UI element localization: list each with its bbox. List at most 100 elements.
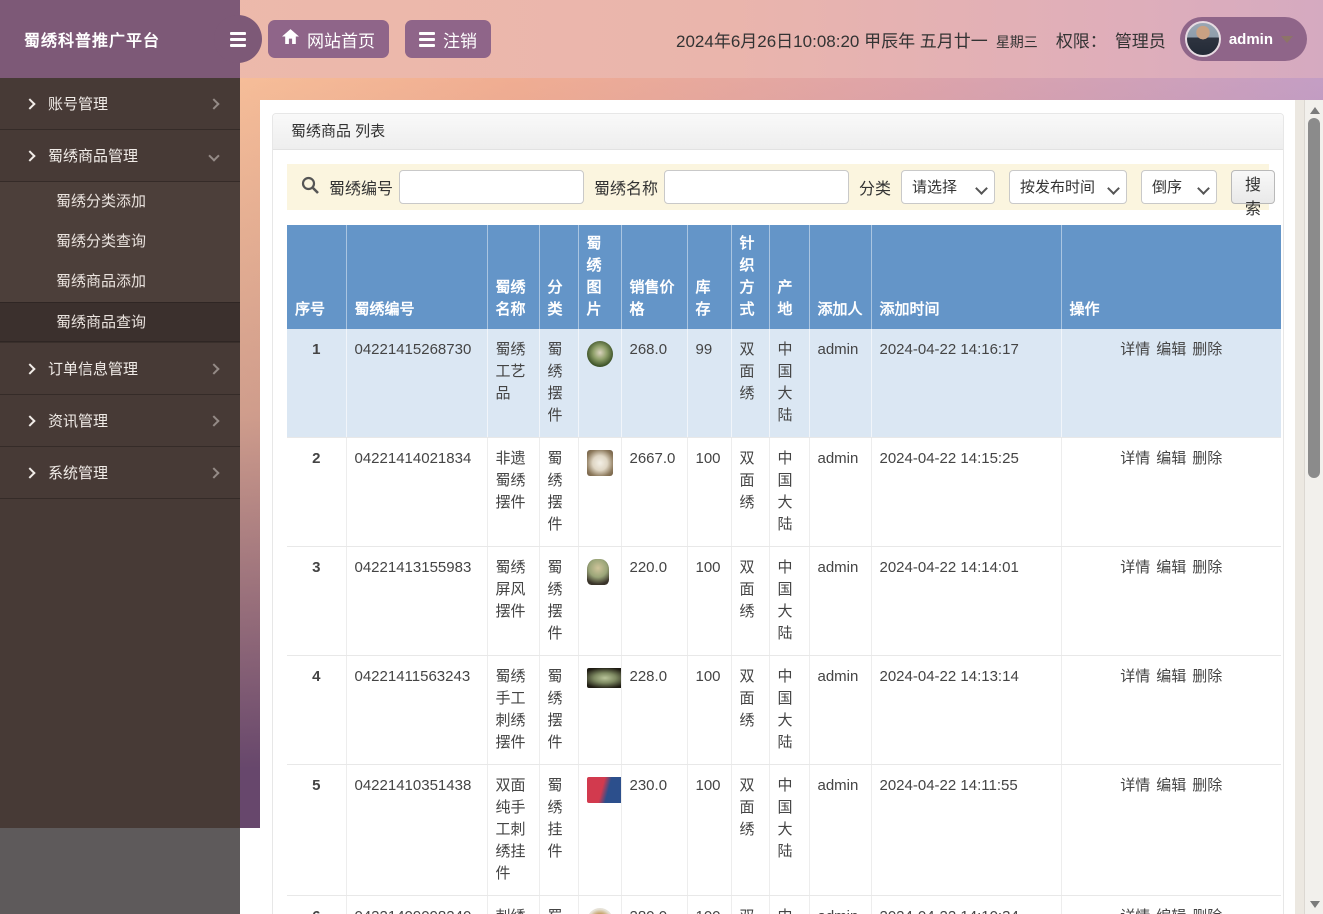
sidebar-toggle-button[interactable] (214, 15, 262, 63)
edit-link[interactable]: 编辑 (1156, 908, 1186, 914)
product-thumbnail[interactable] (586, 450, 613, 476)
table-cell: 100 (687, 437, 732, 547)
table-cell: 04221414021834 (346, 437, 488, 547)
table-cell: 2024-04-22 14:10:34 (871, 895, 1062, 914)
chevron-right-icon (208, 414, 220, 427)
table-cell: 2 (287, 437, 347, 547)
table-cell: 100 (687, 546, 732, 656)
delete-link[interactable]: 删除 (1192, 559, 1222, 576)
table-cell: 2024-04-22 14:13:14 (871, 655, 1062, 765)
sidebar-header: 蜀绣科普推广平台 (0, 0, 262, 78)
table-cell: 228.0 (621, 655, 688, 765)
sidebar-item[interactable]: 账号管理 (0, 78, 240, 130)
filter-bar: 蜀绣编号 蜀绣名称 分类 请选择 按发布时间 倒序 搜索 (287, 164, 1276, 218)
edit-link[interactable]: 编辑 (1156, 668, 1186, 685)
sort-order-select[interactable]: 倒序 (1141, 170, 1218, 204)
sidebar-subitem[interactable]: 蜀绣分类添加 (0, 182, 240, 222)
weekday-text: 星期三 (995, 33, 1038, 50)
table-cell: 详情编辑删除 (1061, 655, 1281, 765)
sidebar-item-label: 蜀绣商品管理 (48, 148, 139, 165)
table-cell: admin (809, 895, 872, 914)
product-thumbnail[interactable] (586, 777, 623, 803)
delete-link[interactable]: 删除 (1192, 341, 1222, 358)
sidebar-item[interactable]: 蜀绣商品管理 (0, 130, 240, 182)
sort-field-select[interactable]: 按发布时间 (1009, 170, 1128, 204)
code-filter-input[interactable] (399, 170, 585, 204)
sidebar: 蜀绣科普推广平台 账号管理蜀绣商品管理蜀绣分类添加 蜀绣分类查询 蜀绣商品添加 蜀绣商… (0, 0, 262, 914)
detail-link[interactable]: 详情 (1120, 450, 1150, 467)
table-cell (578, 329, 622, 438)
sidebar-subitem[interactable]: 蜀绣商品查询 (0, 302, 240, 342)
column-header: 蜀绣编号 (346, 225, 488, 329)
table-cell: 中国大陆 (769, 329, 810, 438)
edit-link[interactable]: 编辑 (1156, 450, 1186, 467)
table-cell: 中国大陆 (769, 895, 810, 914)
detail-link[interactable]: 详情 (1120, 559, 1150, 576)
table-cell: 蜀绣摆件 (539, 546, 579, 656)
table-cell: 双面绣 (731, 655, 770, 765)
column-header: 蜀绣名称 (487, 225, 540, 329)
product-thumbnail[interactable] (586, 559, 609, 585)
user-menu[interactable]: admin (1179, 17, 1307, 61)
table-cell: 4 (287, 655, 347, 765)
name-filter-input[interactable] (664, 170, 850, 204)
column-header: 针织方式 (731, 225, 770, 329)
column-header: 添加人 (809, 225, 872, 329)
delete-link[interactable]: 删除 (1192, 777, 1222, 794)
logout-button[interactable]: 注销 (405, 20, 491, 58)
sidebar-subitem[interactable]: 蜀绣分类查询 (0, 222, 240, 262)
table-cell: 268.0 (621, 329, 688, 438)
detail-link[interactable]: 详情 (1120, 908, 1150, 914)
chevron-down-icon (208, 149, 220, 162)
scroll-down-button[interactable] (1305, 896, 1323, 912)
table-cell: 中国大陆 (769, 437, 810, 547)
table-cell: admin (809, 437, 872, 547)
table-cell: 04221413155983 (346, 546, 488, 656)
product-thumbnail[interactable] (586, 341, 613, 367)
edit-link[interactable]: 编辑 (1156, 777, 1186, 794)
products-table: 序号 蜀绣编号 蜀绣名称 分类 蜀绣图片 销售价格 库存 针织方式 产地 添加人 添加时间 操作 10… (287, 225, 1281, 914)
detail-link[interactable]: 详情 (1120, 668, 1150, 685)
column-header: 蜀绣图片 (578, 225, 622, 329)
table-cell: 6 (287, 895, 347, 914)
detail-link[interactable]: 详情 (1120, 341, 1150, 358)
home-button[interactable]: 网站首页 (268, 20, 389, 58)
sidebar-menu: 账号管理蜀绣商品管理蜀绣分类添加 蜀绣分类查询 蜀绣商品添加 蜀绣商品查询 订单信息管理… (0, 78, 240, 828)
table-cell: 双面绣 (731, 546, 770, 656)
sidebar-subitem[interactable]: 蜀绣商品添加 (0, 262, 240, 302)
delete-link[interactable]: 删除 (1192, 450, 1222, 467)
sidebar-item[interactable]: 订单信息管理 (0, 343, 240, 395)
sidebar-item[interactable]: 资讯管理 (0, 395, 240, 447)
scroll-up-button[interactable] (1305, 102, 1323, 118)
table-cell: 详情编辑删除 (1061, 895, 1281, 914)
table-cell: 1 (287, 329, 347, 438)
table-cell: 230.0 (621, 764, 688, 896)
table-cell: 04221415268730 (346, 329, 488, 438)
delete-link[interactable]: 删除 (1192, 908, 1222, 914)
table-cell: 100 (687, 895, 732, 914)
table-cell (578, 655, 627, 765)
table-cell: 2024-04-22 14:16:17 (871, 329, 1062, 438)
table-cell: 2024-04-22 14:14:01 (871, 546, 1062, 656)
edit-link[interactable]: 编辑 (1156, 559, 1186, 576)
column-header: 库存 (687, 225, 732, 329)
table-cell (578, 437, 622, 547)
table-cell: 04221411563243 (346, 655, 488, 765)
sidebar-item[interactable]: 系统管理 (0, 447, 240, 499)
column-header: 销售价格 (621, 225, 688, 329)
table-cell (578, 546, 622, 656)
table-cell (578, 895, 622, 914)
table-cell: 中国大陆 (769, 655, 810, 765)
column-header: 分类 (539, 225, 579, 329)
scrollbar-thumb[interactable] (1308, 118, 1320, 478)
edit-link[interactable]: 编辑 (1156, 341, 1186, 358)
vertical-scrollbar[interactable] (1304, 100, 1323, 914)
table-cell: admin (809, 655, 872, 765)
detail-link[interactable]: 详情 (1120, 777, 1150, 794)
search-button[interactable]: 搜索 (1231, 170, 1276, 218)
panel-body: 蜀绣编号 蜀绣名称 分类 请选择 按发布时间 倒序 搜索 序号 蜀绣编号 蜀绣名称分… (273, 150, 1283, 914)
delete-link[interactable]: 删除 (1192, 668, 1222, 685)
product-thumbnail[interactable] (586, 908, 613, 914)
category-filter-label: 分类 (859, 181, 892, 198)
category-select[interactable]: 请选择 (901, 170, 996, 204)
